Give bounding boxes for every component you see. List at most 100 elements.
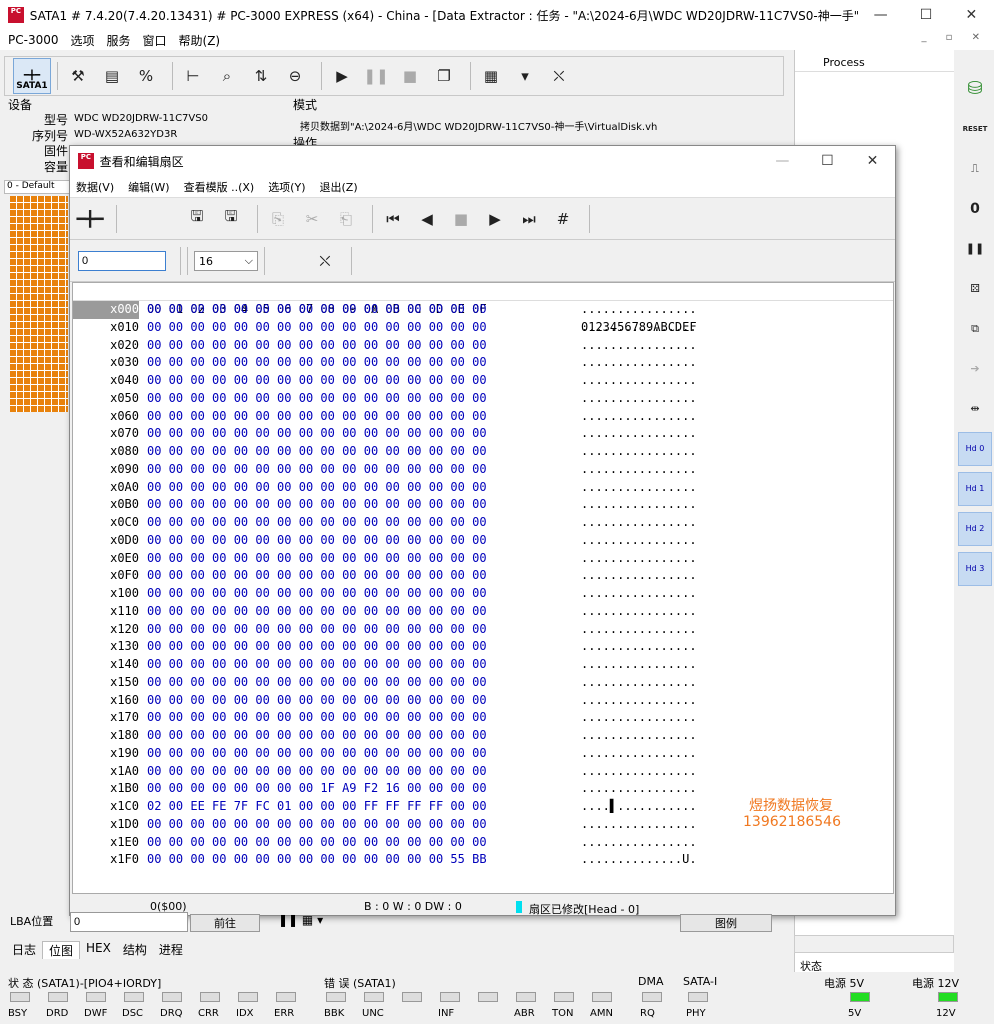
row-hex-bytes[interactable]: 00 00 00 00 00 00 00 00 00 00 00 00 00 0… bbox=[147, 603, 487, 621]
row-hex-bytes[interactable]: 00 00 00 00 00 00 00 00 00 00 00 00 00 0… bbox=[147, 461, 487, 479]
row-ascii[interactable]: ................ bbox=[581, 408, 697, 426]
row-hex-bytes[interactable]: 00 00 00 00 00 00 00 00 00 00 00 00 00 0… bbox=[147, 372, 487, 390]
binoculars-icon[interactable]: ⌕ bbox=[213, 62, 241, 90]
firmware-icon[interactable]: ▤ bbox=[98, 62, 126, 90]
hex-row[interactable]: x010 00 00 00 00 00 00 00 00 00 00 00 00 … bbox=[73, 319, 893, 337]
row-ascii[interactable]: ................ bbox=[581, 319, 697, 337]
paste-icon[interactable]: ⎗ bbox=[332, 205, 360, 233]
first-sector-icon[interactable]: ⏮ bbox=[379, 205, 407, 233]
hex-row[interactable]: x040 00 00 00 00 00 00 00 00 00 00 00 00 … bbox=[73, 372, 893, 390]
row-hex-bytes[interactable]: 00 00 00 00 00 00 00 00 00 00 00 00 00 0… bbox=[147, 496, 487, 514]
hex-row[interactable]: x100 00 00 00 00 00 00 00 00 00 00 00 00 … bbox=[73, 585, 893, 603]
row-ascii[interactable]: ................ bbox=[581, 816, 697, 834]
row-ascii[interactable]: ................ bbox=[581, 745, 697, 763]
hex-row[interactable]: x070 00 00 00 00 00 00 00 00 00 00 00 00 … bbox=[73, 425, 893, 443]
row-hex-bytes[interactable]: 00 00 00 00 00 00 00 00 00 00 00 00 00 0… bbox=[147, 638, 487, 656]
stop-icon[interactable]: ■ bbox=[447, 205, 475, 233]
row-hex-bytes[interactable]: 00 00 00 00 00 00 00 00 00 00 00 00 00 0… bbox=[147, 443, 487, 461]
exit-icon[interactable]: ⛌ bbox=[545, 62, 573, 90]
play-icon[interactable]: ▶ bbox=[328, 62, 356, 90]
tab-structure[interactable]: 结构 bbox=[117, 941, 153, 959]
hex-row[interactable]: x0C0 00 00 00 00 00 00 00 00 00 00 00 00 … bbox=[73, 514, 893, 532]
hex-row[interactable]: x0B0 00 00 00 00 00 00 00 00 00 00 00 00 … bbox=[73, 496, 893, 514]
hex-row[interactable]: x180 00 00 00 00 00 00 00 00 00 00 00 00 … bbox=[73, 727, 893, 745]
hex-row[interactable]: x1A0 00 00 00 00 00 00 00 00 00 00 00 00 … bbox=[73, 763, 893, 781]
hex-row[interactable]: x060 00 00 00 00 00 00 00 00 00 00 00 00 … bbox=[73, 408, 893, 426]
row-ascii[interactable]: ................ bbox=[581, 301, 697, 319]
minimize-button[interactable]: — bbox=[858, 0, 903, 30]
row-ascii[interactable]: ................ bbox=[581, 621, 697, 639]
row-hex-bytes[interactable]: 00 00 00 00 00 00 00 00 00 00 00 00 00 0… bbox=[147, 656, 487, 674]
hex-row[interactable]: x120 00 00 00 00 00 00 00 00 00 00 00 00 … bbox=[73, 621, 893, 639]
row-hex-bytes[interactable]: 00 00 00 00 00 00 00 00 00 00 00 00 00 0… bbox=[147, 301, 487, 319]
tools-icon[interactable]: ⚒ bbox=[64, 62, 92, 90]
row-ascii[interactable]: ................ bbox=[581, 496, 697, 514]
dialog-minimize-button[interactable]: — bbox=[760, 146, 805, 176]
hex-row[interactable]: x170 00 00 00 00 00 00 00 00 00 00 00 00 … bbox=[73, 709, 893, 727]
save-icon[interactable]: 🖫 bbox=[183, 205, 211, 233]
dialog-menu-data[interactable]: 数据(V) bbox=[76, 179, 114, 195]
hex-row[interactable]: x140 00 00 00 00 00 00 00 00 00 00 00 00 … bbox=[73, 656, 893, 674]
reset-button[interactable]: RESET bbox=[958, 112, 992, 146]
row-ascii[interactable]: ................ bbox=[581, 425, 697, 443]
row-ascii[interactable]: ................ bbox=[581, 709, 697, 727]
random-icon[interactable]: ⚄ bbox=[958, 272, 992, 306]
row-ascii[interactable]: ................ bbox=[581, 585, 697, 603]
tree-icon[interactable]: ⊢ bbox=[179, 62, 207, 90]
copy-icon[interactable]: ⎘ bbox=[264, 205, 292, 233]
transfer-icon[interactable]: ⇅ bbox=[247, 62, 275, 90]
row-hex-bytes[interactable]: 00 00 00 00 00 00 00 00 00 00 00 00 00 0… bbox=[147, 727, 487, 745]
arrow-icon[interactable]: ➔ bbox=[958, 352, 992, 386]
row-ascii[interactable]: ................ bbox=[581, 780, 697, 798]
menu-item-service[interactable]: 服务 bbox=[107, 32, 131, 49]
hex-row[interactable]: x0D0 00 00 00 00 00 00 00 00 00 00 00 00 … bbox=[73, 532, 893, 550]
row-ascii[interactable]: ................ bbox=[581, 834, 697, 852]
row-ascii[interactable]: ................ bbox=[581, 337, 697, 355]
plug-icon[interactable]: ━╋━ bbox=[76, 205, 104, 233]
head-1-button[interactable]: Hd 1 bbox=[958, 472, 992, 506]
row-ascii[interactable]: ................ bbox=[581, 550, 697, 568]
zero-icon[interactable]: 0 bbox=[958, 192, 992, 226]
maximize-button[interactable]: ☐ bbox=[903, 0, 948, 30]
legend-button[interactable]: 图例 bbox=[680, 914, 772, 932]
process-scrollbar[interactable] bbox=[794, 935, 954, 953]
hex-row[interactable]: x190 00 00 00 00 00 00 00 00 00 00 00 00 … bbox=[73, 745, 893, 763]
head-3-button[interactable]: Hd 3 bbox=[958, 552, 992, 586]
row-ascii[interactable]: ................ bbox=[581, 532, 697, 550]
dialog-menu-exit[interactable]: 退出(Z) bbox=[320, 179, 358, 195]
row-hex-bytes[interactable]: 00 00 00 00 00 00 00 00 00 00 00 00 00 0… bbox=[147, 567, 487, 585]
copy-close-icon[interactable]: ⧉ bbox=[958, 312, 992, 346]
menu-item-window[interactable]: 窗口 bbox=[143, 32, 167, 49]
row-hex-bytes[interactable]: 00 00 00 00 00 00 00 00 00 00 00 00 00 0… bbox=[147, 319, 487, 337]
row-hex-bytes[interactable]: 00 00 00 00 00 00 00 00 1F A9 F2 16 00 0… bbox=[147, 780, 487, 798]
hex-row[interactable]: x090 00 00 00 00 00 00 00 00 00 00 00 00 … bbox=[73, 461, 893, 479]
hex-row[interactable]: x050 00 00 00 00 00 00 00 00 00 00 00 00 … bbox=[73, 390, 893, 408]
default-tab[interactable]: 0 - Default bbox=[4, 180, 70, 194]
row-ascii[interactable]: ................ bbox=[581, 479, 697, 497]
hex-row[interactable]: x000 00 00 00 00 00 00 00 00 00 00 00 00 … bbox=[73, 301, 893, 319]
sata1-port-button[interactable]: ━╋━ SATA1 bbox=[13, 58, 51, 94]
row-hex-bytes[interactable]: 00 00 00 00 00 00 00 00 00 00 00 00 00 0… bbox=[147, 550, 487, 568]
row-ascii[interactable]: ................ bbox=[581, 603, 697, 621]
hex-row[interactable]: x080 00 00 00 00 00 00 00 00 00 00 00 00 … bbox=[73, 443, 893, 461]
row-hex-bytes[interactable]: 00 00 00 00 00 00 00 00 00 00 00 00 00 0… bbox=[147, 692, 487, 710]
prev-sector-icon[interactable]: ◀ bbox=[413, 205, 441, 233]
row-hex-bytes[interactable]: 00 00 00 00 00 00 00 00 00 00 00 00 00 0… bbox=[147, 390, 487, 408]
go-button[interactable]: 前往 bbox=[190, 914, 260, 932]
goto-sector-icon[interactable]: # bbox=[549, 205, 577, 233]
row-ascii[interactable]: ..............U. bbox=[581, 851, 697, 869]
dropdown-icon[interactable]: ▾ bbox=[511, 62, 539, 90]
hex-row[interactable]: x1F0 00 00 00 00 00 00 00 00 00 00 00 00 … bbox=[73, 851, 893, 869]
row-hex-bytes[interactable]: 02 00 EE FE 7F FC 01 00 00 00 FF FF FF F… bbox=[147, 798, 487, 816]
columns-select[interactable]: 16 ⌵ bbox=[194, 250, 258, 271]
image-icon[interactable]: ▦ bbox=[477, 62, 505, 90]
row-hex-bytes[interactable]: 00 00 00 00 00 00 00 00 00 00 00 00 00 0… bbox=[147, 479, 487, 497]
row-hex-bytes[interactable]: 00 00 00 00 00 00 00 00 00 00 00 00 00 0… bbox=[147, 816, 487, 834]
row-hex-bytes[interactable]: 00 00 00 00 00 00 00 00 00 00 00 00 00 0… bbox=[147, 763, 487, 781]
row-hex-bytes[interactable]: 00 00 00 00 00 00 00 00 00 00 00 00 00 0… bbox=[147, 674, 487, 692]
row-hex-bytes[interactable]: 00 00 00 00 00 00 00 00 00 00 00 00 00 0… bbox=[147, 745, 487, 763]
hex-row[interactable]: x020 00 00 00 00 00 00 00 00 00 00 00 00 … bbox=[73, 337, 893, 355]
hex-row[interactable]: x110 00 00 00 00 00 00 00 00 00 00 00 00 … bbox=[73, 603, 893, 621]
row-hex-bytes[interactable]: 00 00 00 00 00 00 00 00 00 00 00 00 00 0… bbox=[147, 532, 487, 550]
percent-icon[interactable]: % bbox=[132, 62, 160, 90]
